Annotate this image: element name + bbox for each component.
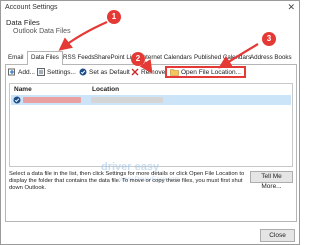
arrow-3 (218, 43, 259, 69)
annotation-3: 3 (262, 32, 276, 46)
arrow-2 (139, 59, 153, 74)
arrow-1 (58, 20, 108, 51)
annotation-1: 1 (107, 10, 121, 24)
annotation-2: 2 (131, 52, 145, 66)
annotation-arrows (58, 20, 259, 74)
